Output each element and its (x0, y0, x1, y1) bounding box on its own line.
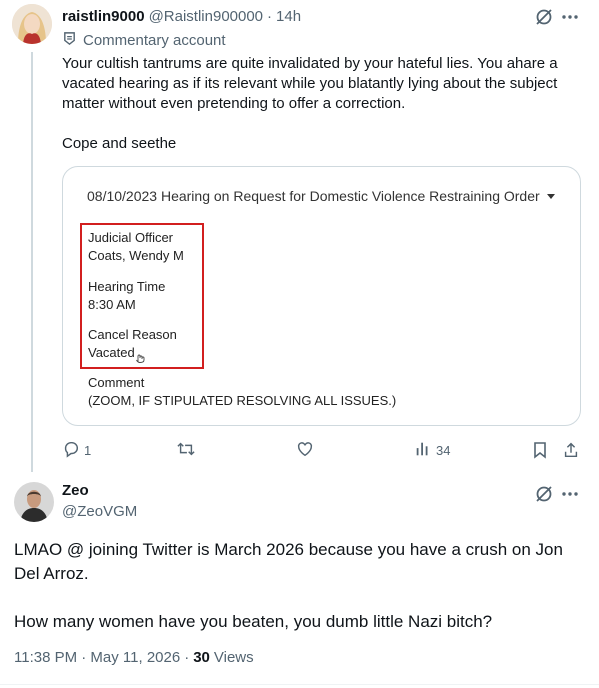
retweet-action[interactable] (176, 440, 200, 461)
reply-time[interactable]: 14h (276, 8, 301, 25)
grok-icon[interactable] (533, 6, 555, 28)
judicial-officer-label: Judicial Officer (88, 230, 174, 245)
reply-action[interactable]: 1 (62, 440, 91, 461)
like-action[interactable] (296, 440, 318, 461)
divider (0, 684, 599, 685)
main-meta-separator: · (184, 649, 190, 666)
commentary-icon (62, 31, 77, 50)
main-timestamp[interactable]: 11:38 PM · May 11, 2026 (14, 649, 180, 666)
retweet-icon (176, 440, 196, 461)
views-icon (414, 440, 432, 461)
more-icon[interactable] (559, 483, 581, 505)
comment-value: (ZOOM, IF STIPULATED RESOLVING ALL ISSUE… (88, 393, 397, 408)
cancel-reason-label: Cancel Reason (88, 327, 177, 342)
commentary-label: Commentary account (62, 30, 226, 50)
reply-header: raistlin9000 @Raistlin900000 · 14h (62, 6, 301, 26)
commentary-text: Commentary account (83, 31, 226, 49)
main-display-name[interactable]: Zeo (62, 482, 89, 499)
main-handle[interactable]: @ZeoVGM (62, 503, 137, 520)
views-action[interactable]: 34 (414, 440, 450, 461)
main-text: LMAO @ joining Twitter is March 2026 bec… (14, 540, 563, 631)
thread-line (31, 52, 33, 472)
main-views-label: Views (213, 649, 254, 666)
share-icon[interactable] (561, 440, 581, 460)
reply-display-name[interactable]: raistlin9000 (62, 8, 145, 25)
reply-count: 1 (84, 443, 92, 458)
like-icon (296, 440, 314, 461)
avatar-raistlin[interactable] (12, 4, 52, 44)
judicial-officer-value: Coats, Wendy M (88, 248, 184, 263)
comment-label: Comment (88, 375, 145, 390)
grok-icon[interactable] (533, 483, 555, 505)
cursor-hand-icon (135, 350, 145, 368)
card-header-text: 08/10/2023 Hearing on Request for Domest… (87, 188, 540, 204)
hearing-time-value: 8:30 AM (88, 297, 136, 312)
bookmark-icon[interactable] (530, 440, 550, 460)
avatar-zeo[interactable] (14, 482, 54, 522)
caret-down-icon (546, 188, 556, 204)
main-views-count: 30 (193, 649, 210, 666)
more-icon[interactable] (559, 6, 581, 28)
reply-icon (62, 440, 80, 461)
reply-separator: · (267, 7, 273, 25)
cancel-reason-value: Vacated (88, 345, 135, 360)
main-meta: 11:38 PM · May 11, 2026 · 30 Views (14, 649, 254, 666)
reply-handle[interactable]: @Raistlin900000 (149, 8, 263, 25)
card-header: 08/10/2023 Hearing on Request for Domest… (87, 188, 556, 204)
hearing-time-label: Hearing Time (88, 279, 166, 294)
reply-text: Your cultish tantrums are quite invalida… (62, 55, 558, 152)
views-count: 34 (436, 443, 451, 458)
